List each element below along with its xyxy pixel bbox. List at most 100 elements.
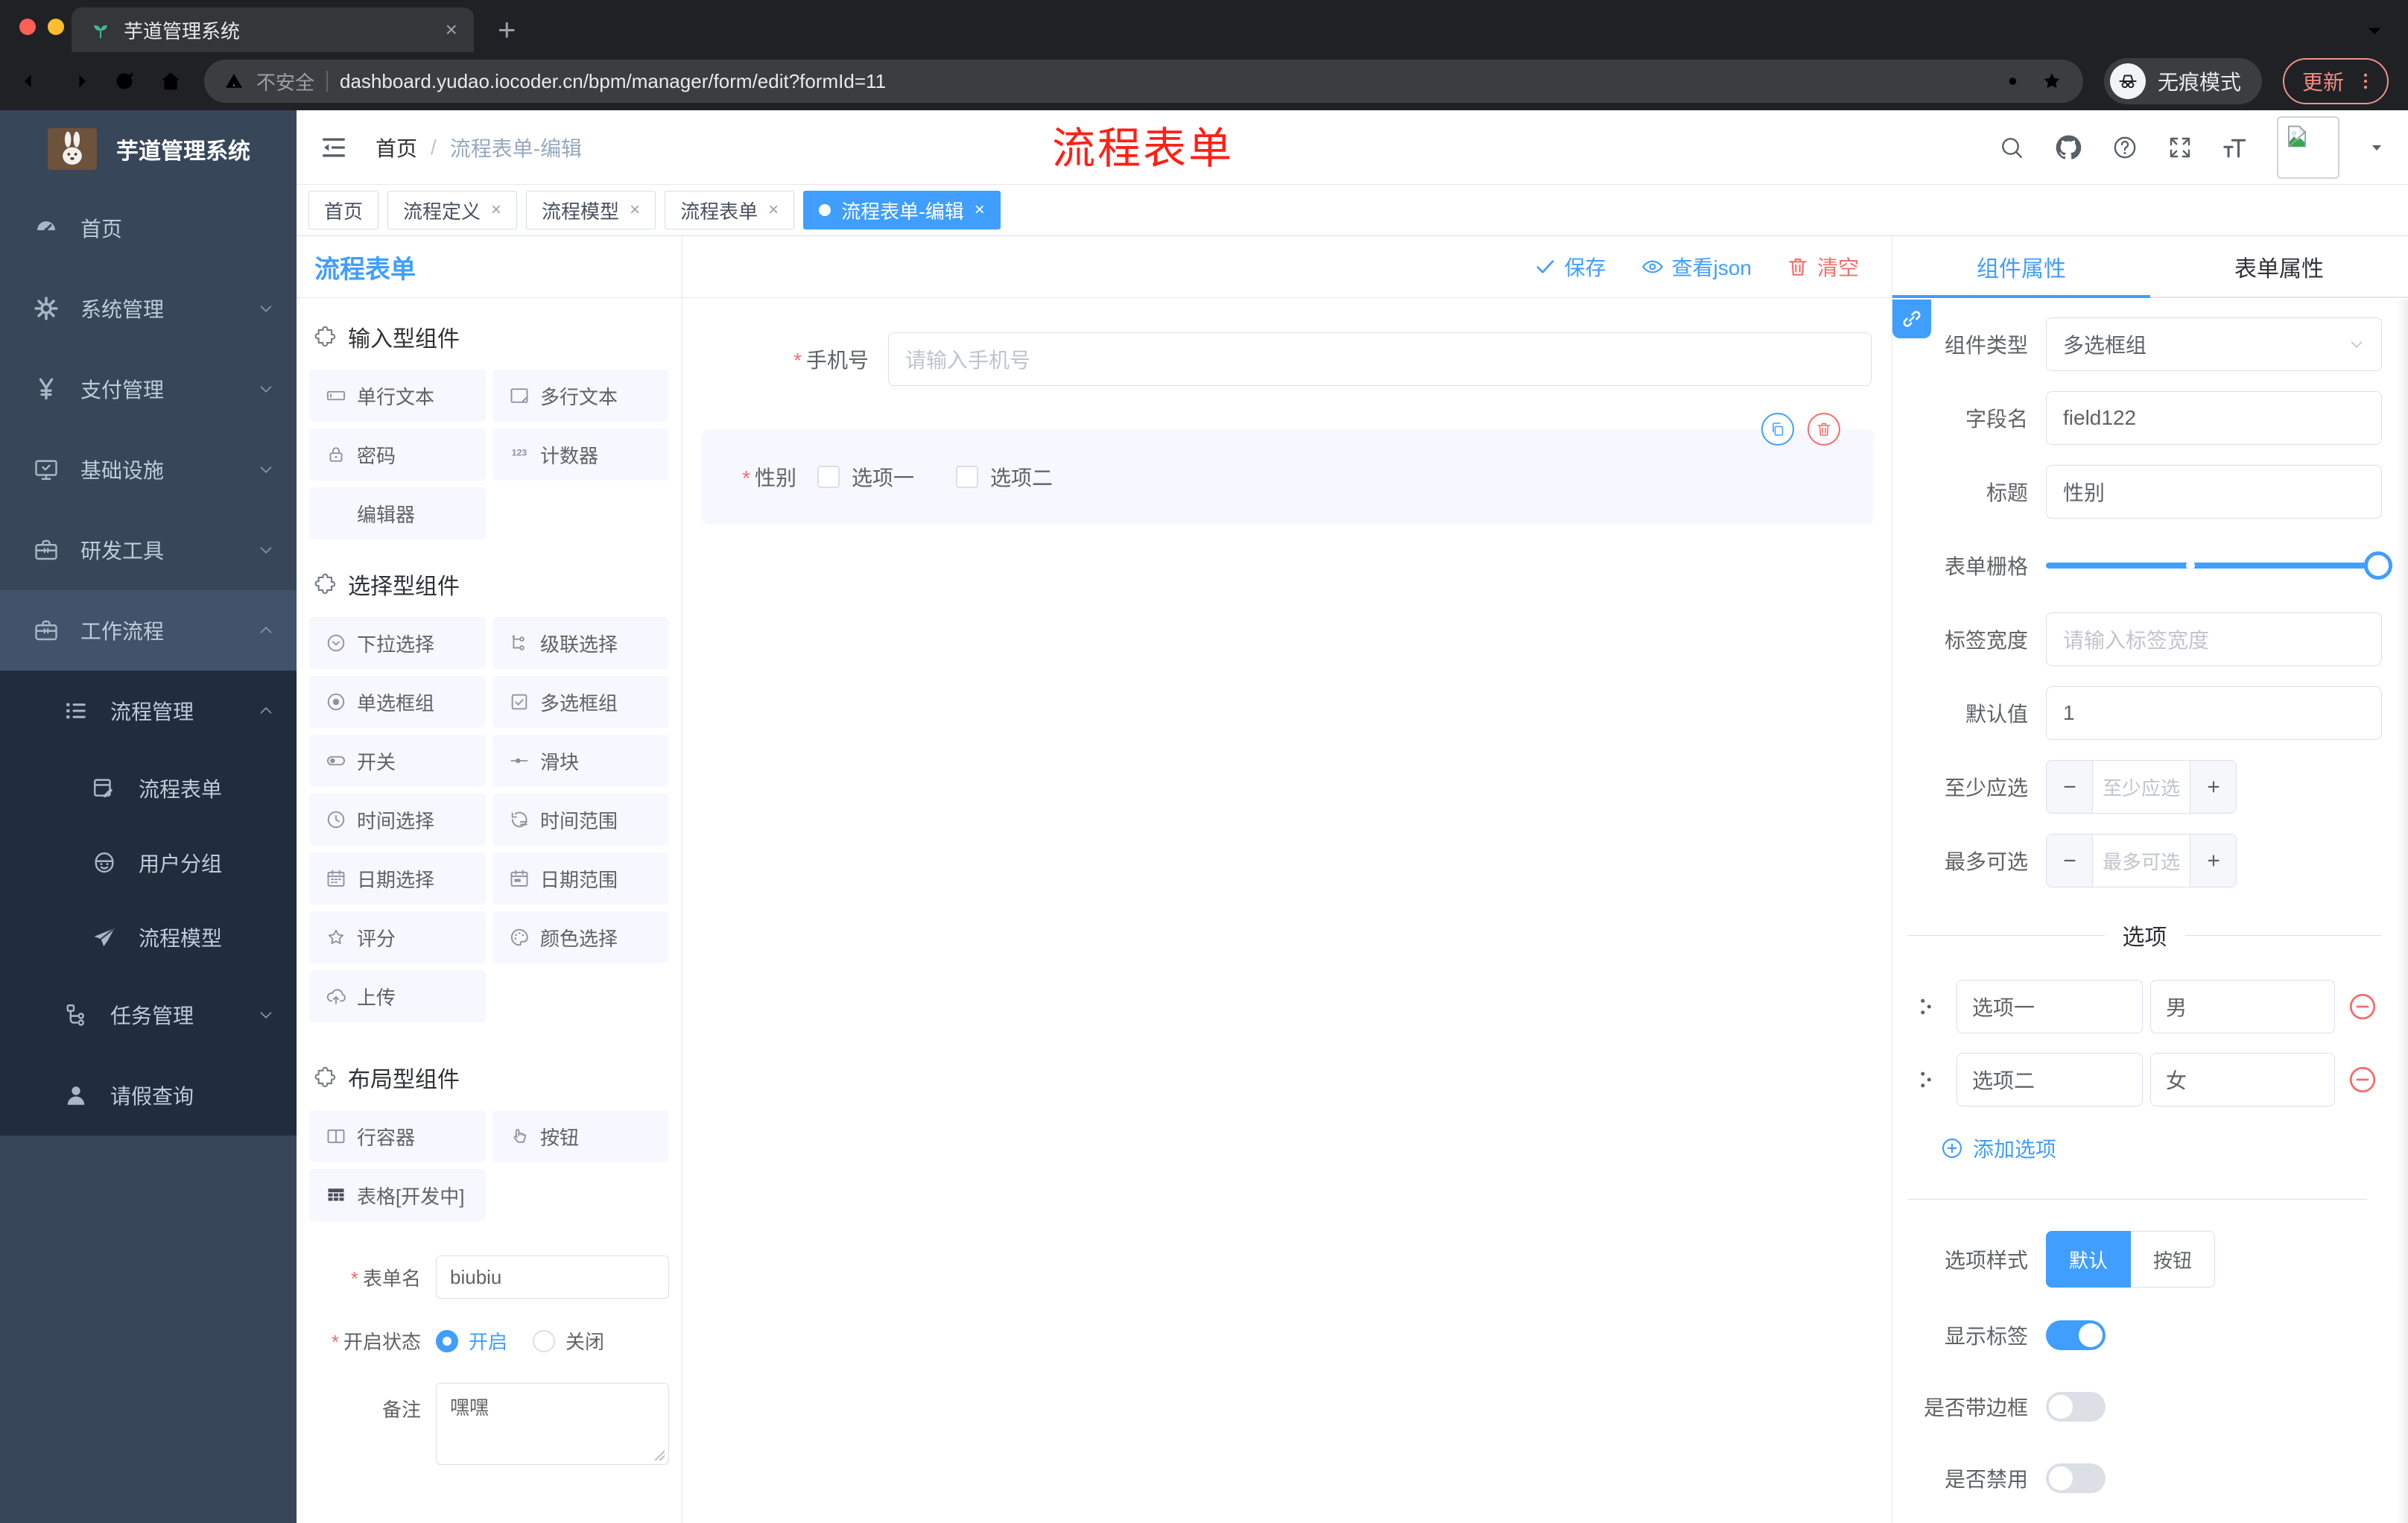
component-item-slider[interactable]: 滑块 — [492, 735, 669, 787]
component-item-multi-text[interactable]: 多行文本 — [492, 370, 669, 422]
sidebar-item-user-group[interactable]: 用户分组 — [0, 826, 297, 900]
window-close-button[interactable] — [19, 19, 36, 35]
save-button[interactable]: 保存 — [1533, 252, 1606, 282]
view-json-button[interactable]: 查看json — [1641, 252, 1752, 282]
form-name-input[interactable]: biubiu — [436, 1256, 669, 1299]
style-button-button[interactable]: 按钮 — [2131, 1231, 2216, 1288]
stepper-minus-button[interactable] — [2047, 761, 2093, 813]
tab-search-chevron-icon[interactable] — [2362, 18, 2387, 43]
tab-close-icon[interactable]: × — [975, 200, 985, 221]
search-icon[interactable] — [1998, 134, 2025, 161]
option2-value-input[interactable]: 女 — [2150, 1053, 2335, 1106]
remove-option-icon[interactable] — [2347, 1064, 2378, 1095]
help-question-icon[interactable] — [2111, 134, 2138, 161]
link-badge[interactable] — [1892, 300, 1931, 338]
selected-component-gender[interactable]: * 性别 选项一 选项二 — [701, 413, 1874, 525]
drag-handle-icon[interactable] — [1913, 1067, 1939, 1092]
tab-close-icon[interactable]: × — [768, 200, 779, 221]
stepper-placeholder[interactable]: 至少应选 — [2093, 761, 2190, 813]
sidebar-item-system[interactable]: 系统管理 — [0, 268, 297, 349]
component-item-counter[interactable]: 计数器 — [492, 428, 669, 481]
sidebar-collapse-icon[interactable] — [319, 133, 349, 162]
page-tab-process-definition[interactable]: 流程定义 × — [387, 191, 518, 229]
sidebar-item-task-mgmt[interactable]: 任务管理 — [0, 975, 297, 1055]
component-item-checkbox-group[interactable]: 多选框组 — [492, 676, 669, 728]
component-item-select[interactable]: 下拉选择 — [309, 617, 486, 669]
password-key-icon[interactable] — [2006, 70, 2028, 92]
page-tab-process-form[interactable]: 流程表单 × — [665, 191, 795, 229]
field-name-input[interactable]: field122 — [2046, 391, 2382, 445]
component-item-table[interactable]: 表格[开发中] — [309, 1169, 486, 1221]
remove-option-icon[interactable] — [2347, 991, 2378, 1022]
gender-option1-checkbox[interactable] — [817, 466, 840, 488]
gender-option2-label[interactable]: 选项二 — [990, 462, 1053, 492]
url-text[interactable]: dashboard.yudao.iocoder.cn/bpm/manager/f… — [340, 70, 1994, 93]
avatar[interactable] — [2277, 115, 2339, 179]
phone-field-row[interactable]: * 手机号 请输入手机号 — [772, 332, 1874, 386]
page-tab-home[interactable]: 首页 — [308, 191, 379, 229]
phone-input[interactable]: 请输入手机号 — [888, 332, 1872, 386]
default-value-input[interactable]: 1 — [2046, 686, 2382, 740]
form-remark-textarea[interactable]: 嘿嘿 — [436, 1383, 669, 1465]
browser-tab[interactable]: 芋道管理系统 × — [72, 7, 474, 52]
bookmark-star-icon[interactable] — [2040, 69, 2064, 93]
label-width-input[interactable]: 请输入标签宽度 — [2046, 612, 2382, 666]
new-tab-button[interactable]: + — [498, 12, 516, 48]
component-type-select[interactable]: 多选框组 — [2046, 317, 2382, 371]
option1-value-input[interactable]: 男 — [2150, 980, 2335, 1033]
component-item-password[interactable]: 密码 — [309, 428, 486, 481]
tab-close-icon[interactable]: × — [630, 200, 640, 221]
security-label[interactable]: 不安全 — [256, 68, 314, 95]
show-label-toggle[interactable] — [2046, 1320, 2106, 1350]
sidebar-item-leave-query[interactable]: 请假查询 — [0, 1055, 297, 1136]
component-item-time[interactable]: 时间选择 — [309, 794, 486, 846]
delete-component-button[interactable] — [1807, 413, 1840, 446]
component-item-date-range[interactable]: 日期范围 — [492, 852, 669, 905]
not-secure-warning-icon[interactable] — [224, 71, 244, 92]
drag-handle-icon[interactable] — [1913, 994, 1939, 1019]
window-minimize-button[interactable] — [48, 19, 64, 35]
sidebar-item-process-form[interactable]: 流程表单 — [0, 751, 297, 826]
stepper-plus-button[interactable] — [2190, 761, 2236, 813]
slider-track[interactable] — [2046, 551, 2392, 580]
forward-button[interactable] — [66, 69, 91, 94]
component-item-rate[interactable]: 评分 — [309, 911, 486, 963]
breadcrumb-home[interactable]: 首页 — [376, 133, 417, 162]
sidebar-item-process-mgmt[interactable]: 流程管理 — [0, 671, 297, 751]
sidebar-item-devtools[interactable]: 研发工具 — [0, 510, 297, 590]
option1-label-input[interactable]: 选项一 — [1956, 980, 2143, 1033]
title-input[interactable]: 性别 — [2046, 465, 2382, 519]
tab-close-icon[interactable]: × — [491, 200, 501, 221]
status-on-radio[interactable] — [436, 1329, 458, 1352]
gender-option1-label[interactable]: 选项一 — [852, 462, 914, 492]
duplicate-component-button[interactable] — [1761, 413, 1794, 446]
component-item-button[interactable]: 按钮 — [492, 1110, 669, 1162]
tab-close-icon[interactable]: × — [446, 18, 457, 42]
component-item-radio-group[interactable]: 单选框组 — [309, 676, 486, 728]
browser-update-button[interactable]: 更新 — [2282, 58, 2389, 104]
max-select-stepper[interactable]: 最多可选 — [2046, 834, 2237, 887]
page-tab-process-form-edit[interactable]: 流程表单-编辑 × — [803, 191, 1001, 229]
sidebar-item-process-model[interactable]: 流程模型 — [0, 900, 297, 975]
grid-slider[interactable] — [2046, 539, 2392, 592]
option2-label-input[interactable]: 选项二 — [1956, 1053, 2143, 1106]
status-off-radio[interactable] — [533, 1329, 556, 1352]
sidebar-item-infra[interactable]: 基础设施 — [0, 429, 297, 510]
avatar-caret-down-icon[interactable] — [2368, 139, 2386, 156]
sidebar-item-payment[interactable]: 支付管理 — [0, 349, 297, 429]
stepper-minus-button[interactable] — [2047, 835, 2093, 887]
update-label[interactable]: 更新 — [2302, 66, 2344, 96]
address-bar[interactable]: 不安全 dashboard.yudao.iocoder.cn/bpm/manag… — [204, 60, 2083, 103]
border-toggle[interactable] — [2046, 1392, 2106, 1422]
sidebar-item-workflow[interactable]: 工作流程 — [0, 590, 297, 671]
add-option-button[interactable]: 添加选项 — [1940, 1133, 2382, 1163]
status-on-label[interactable]: 开启 — [469, 1327, 507, 1355]
page-tab-process-model[interactable]: 流程模型 × — [526, 191, 656, 229]
gender-option2-checkbox[interactable] — [956, 466, 979, 488]
tab-component-props[interactable]: 组件属性 — [1892, 236, 2150, 298]
component-item-row-container[interactable]: 行容器 — [309, 1110, 486, 1162]
component-item-color[interactable]: 颜色选择 — [492, 911, 669, 963]
home-button[interactable] — [158, 69, 183, 94]
back-button[interactable] — [19, 69, 45, 94]
reload-button[interactable] — [112, 69, 137, 94]
